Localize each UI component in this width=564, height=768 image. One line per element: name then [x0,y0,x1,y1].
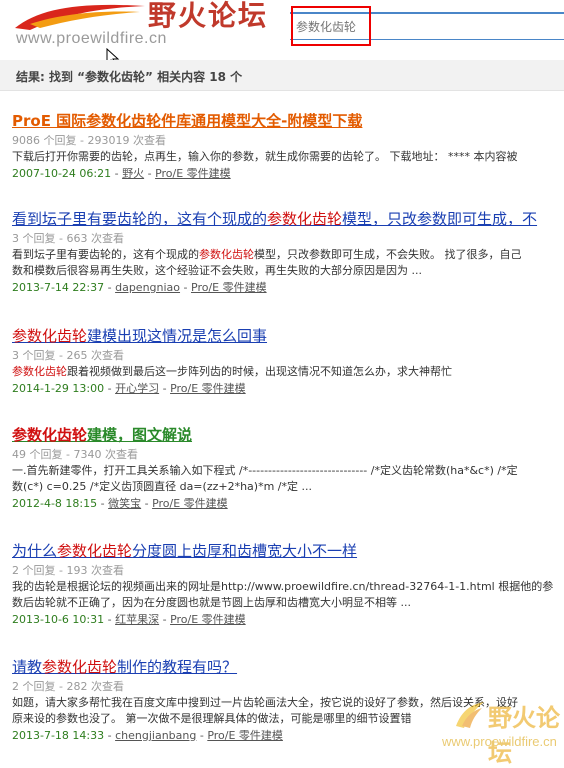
result-stats: 2 个回复 - 193 次查看 [12,564,124,577]
result-item: 参数化齿轮建模出现这情况是怎么回事 3 个回复 - 265 次查看 参数化齿轮跟… [12,325,564,398]
logo-flame-icon [15,4,145,30]
result-author-link[interactable]: 微笑宝 [108,497,141,510]
result-summary-bar: 结果: 找到 “参数化齿轮” 相关内容 18 个 [0,60,564,91]
result-forum-link[interactable]: Pro/E 零件建模 [155,167,231,180]
result-forum-link[interactable]: Pro/E 零件建模 [207,729,283,742]
result-footer: 2012-4-8 18:15 - 微笑宝 - Pro/E 零件建模 [12,497,228,510]
result-snippet: 我的齿轮是根据论坛的视频画出来的网址是http://www.proewildfi… [12,580,554,593]
result-date: 2012-4-8 18:15 [12,497,98,510]
result-snippet: 参数化齿轮跟着视频做到最后这一步阵列齿的时候，出现这情况不知道怎么办，求大神帮忙 [12,365,452,378]
result-item: 看到坛子里有要齿轮的，这有个现成的参数化齿轮模型，只改参数即可生成，不 3 个回… [12,208,564,297]
watermark: 野火论坛 www.proewildfire.cn [436,698,564,767]
result-item: 参数化齿轮建模，图文解说 49 个回复 - 7340 次查看 一.首先新建零件，… [12,424,564,513]
result-author-link[interactable]: 红苹果深 [115,613,159,626]
search-input[interactable] [296,16,496,38]
result-date: 2013-7-14 22:37 [12,281,105,294]
result-footer: 2013-7-14 22:37 - dapengniao - Pro/E 零件建… [12,281,267,294]
result-snippet: 看到坛子里有要齿轮的，这有个现成的参数化齿轮模型，只改参数即可生成，不会失败。 … [12,248,522,261]
watermark-flame-icon [456,702,484,728]
result-title-link[interactable]: 看到坛子里有要齿轮的，这有个现成的参数化齿轮模型，只改参数即可生成，不 [12,208,564,230]
result-date: 2013-10-6 10:31 [12,613,105,626]
result-author-link[interactable]: 野火 [122,167,144,180]
result-stats: 3 个回复 - 265 次查看 [12,349,124,362]
result-snippet: 一.首先新建零件，打开工具关系输入如下程式 /*----------------… [12,464,518,477]
result-item: 为什么参数化齿轮分度圆上齿厚和齿槽宽大小不一样 2 个回复 - 193 次查看 … [12,540,564,629]
logo-url[interactable]: www.proewildfire.cn [16,30,167,48]
result-title-link[interactable]: 参数化齿轮建模，图文解说 [12,424,564,446]
result-stats: 49 个回复 - 7340 次查看 [12,448,138,461]
result-author-link[interactable]: 开心学习 [115,382,159,395]
result-author-link[interactable]: chengjianbang [115,729,196,742]
result-snippet: 下载后打开你需要的齿轮，点再生，输入你的参数，就生成你需要的齿轮了。 下载地址：… [12,150,518,163]
result-footer: 2014-1-29 13:00 - 开心学习 - Pro/E 零件建模 [12,382,246,395]
result-stats: 2 个回复 - 282 次查看 [12,680,124,693]
result-date: 2013-7-18 14:33 [12,729,105,742]
result-snippet-line2: 数和模数后很容易再生失败，这个经验证不会失败，再生失败的大部分原因是因为 ... [12,264,422,277]
result-title-link[interactable]: 为什么参数化齿轮分度圆上齿厚和齿槽宽大小不一样 [12,540,564,562]
result-date: 2014-1-29 13:00 [12,382,105,395]
result-forum-link[interactable]: Pro/E 零件建模 [170,382,246,395]
result-title-link[interactable]: ProE 国际参数化齿轮件库通用模型大全-附模型下载 [12,110,564,132]
result-footer: 2007-10-24 06:21 - 野火 - Pro/E 零件建模 [12,167,231,180]
result-forum-link[interactable]: Pro/E 零件建模 [191,281,267,294]
result-stats: 3 个回复 - 663 次查看 [12,232,124,245]
result-footer: 2013-10-6 10:31 - 红苹果深 - Pro/E 零件建模 [12,613,246,626]
result-snippet-line2: 数(c*) c=0.25 /*定义齿顶圆直径 da=(zz+2*ha)*m /*… [12,480,312,493]
result-snippet-line2: 数后齿轮就不正确了，因为在分度圆也就是节圆上齿厚和齿槽宽大小明显不相等 ... [12,596,411,609]
result-title-link[interactable]: 参数化齿轮建模出现这情况是怎么回事 [12,325,564,347]
result-item: ProE 国际参数化齿轮件库通用模型大全-附模型下载 9086 个回复 - 29… [12,110,564,183]
search-area [290,6,564,46]
logo-text[interactable]: 野火论坛 [148,0,268,34]
watermark-url: www.proewildfire.cn [442,734,557,749]
result-forum-link[interactable]: Pro/E 零件建模 [152,497,228,510]
header: 野火论坛 www.proewildfire.cn [0,0,564,68]
result-title-link[interactable]: 请教参数化齿轮制作的教程有吗？ [12,656,564,678]
result-date: 2007-10-24 06:21 [12,167,112,180]
result-forum-link[interactable]: Pro/E 零件建模 [170,613,246,626]
result-author-link[interactable]: dapengniao [115,281,180,294]
watermark-text: 野火论坛 [488,703,560,767]
result-stats: 9086 个回复 - 293019 次查看 [12,134,166,147]
result-summary: 结果: 找到 “参数化齿轮” 相关内容 18 个 [16,70,243,84]
